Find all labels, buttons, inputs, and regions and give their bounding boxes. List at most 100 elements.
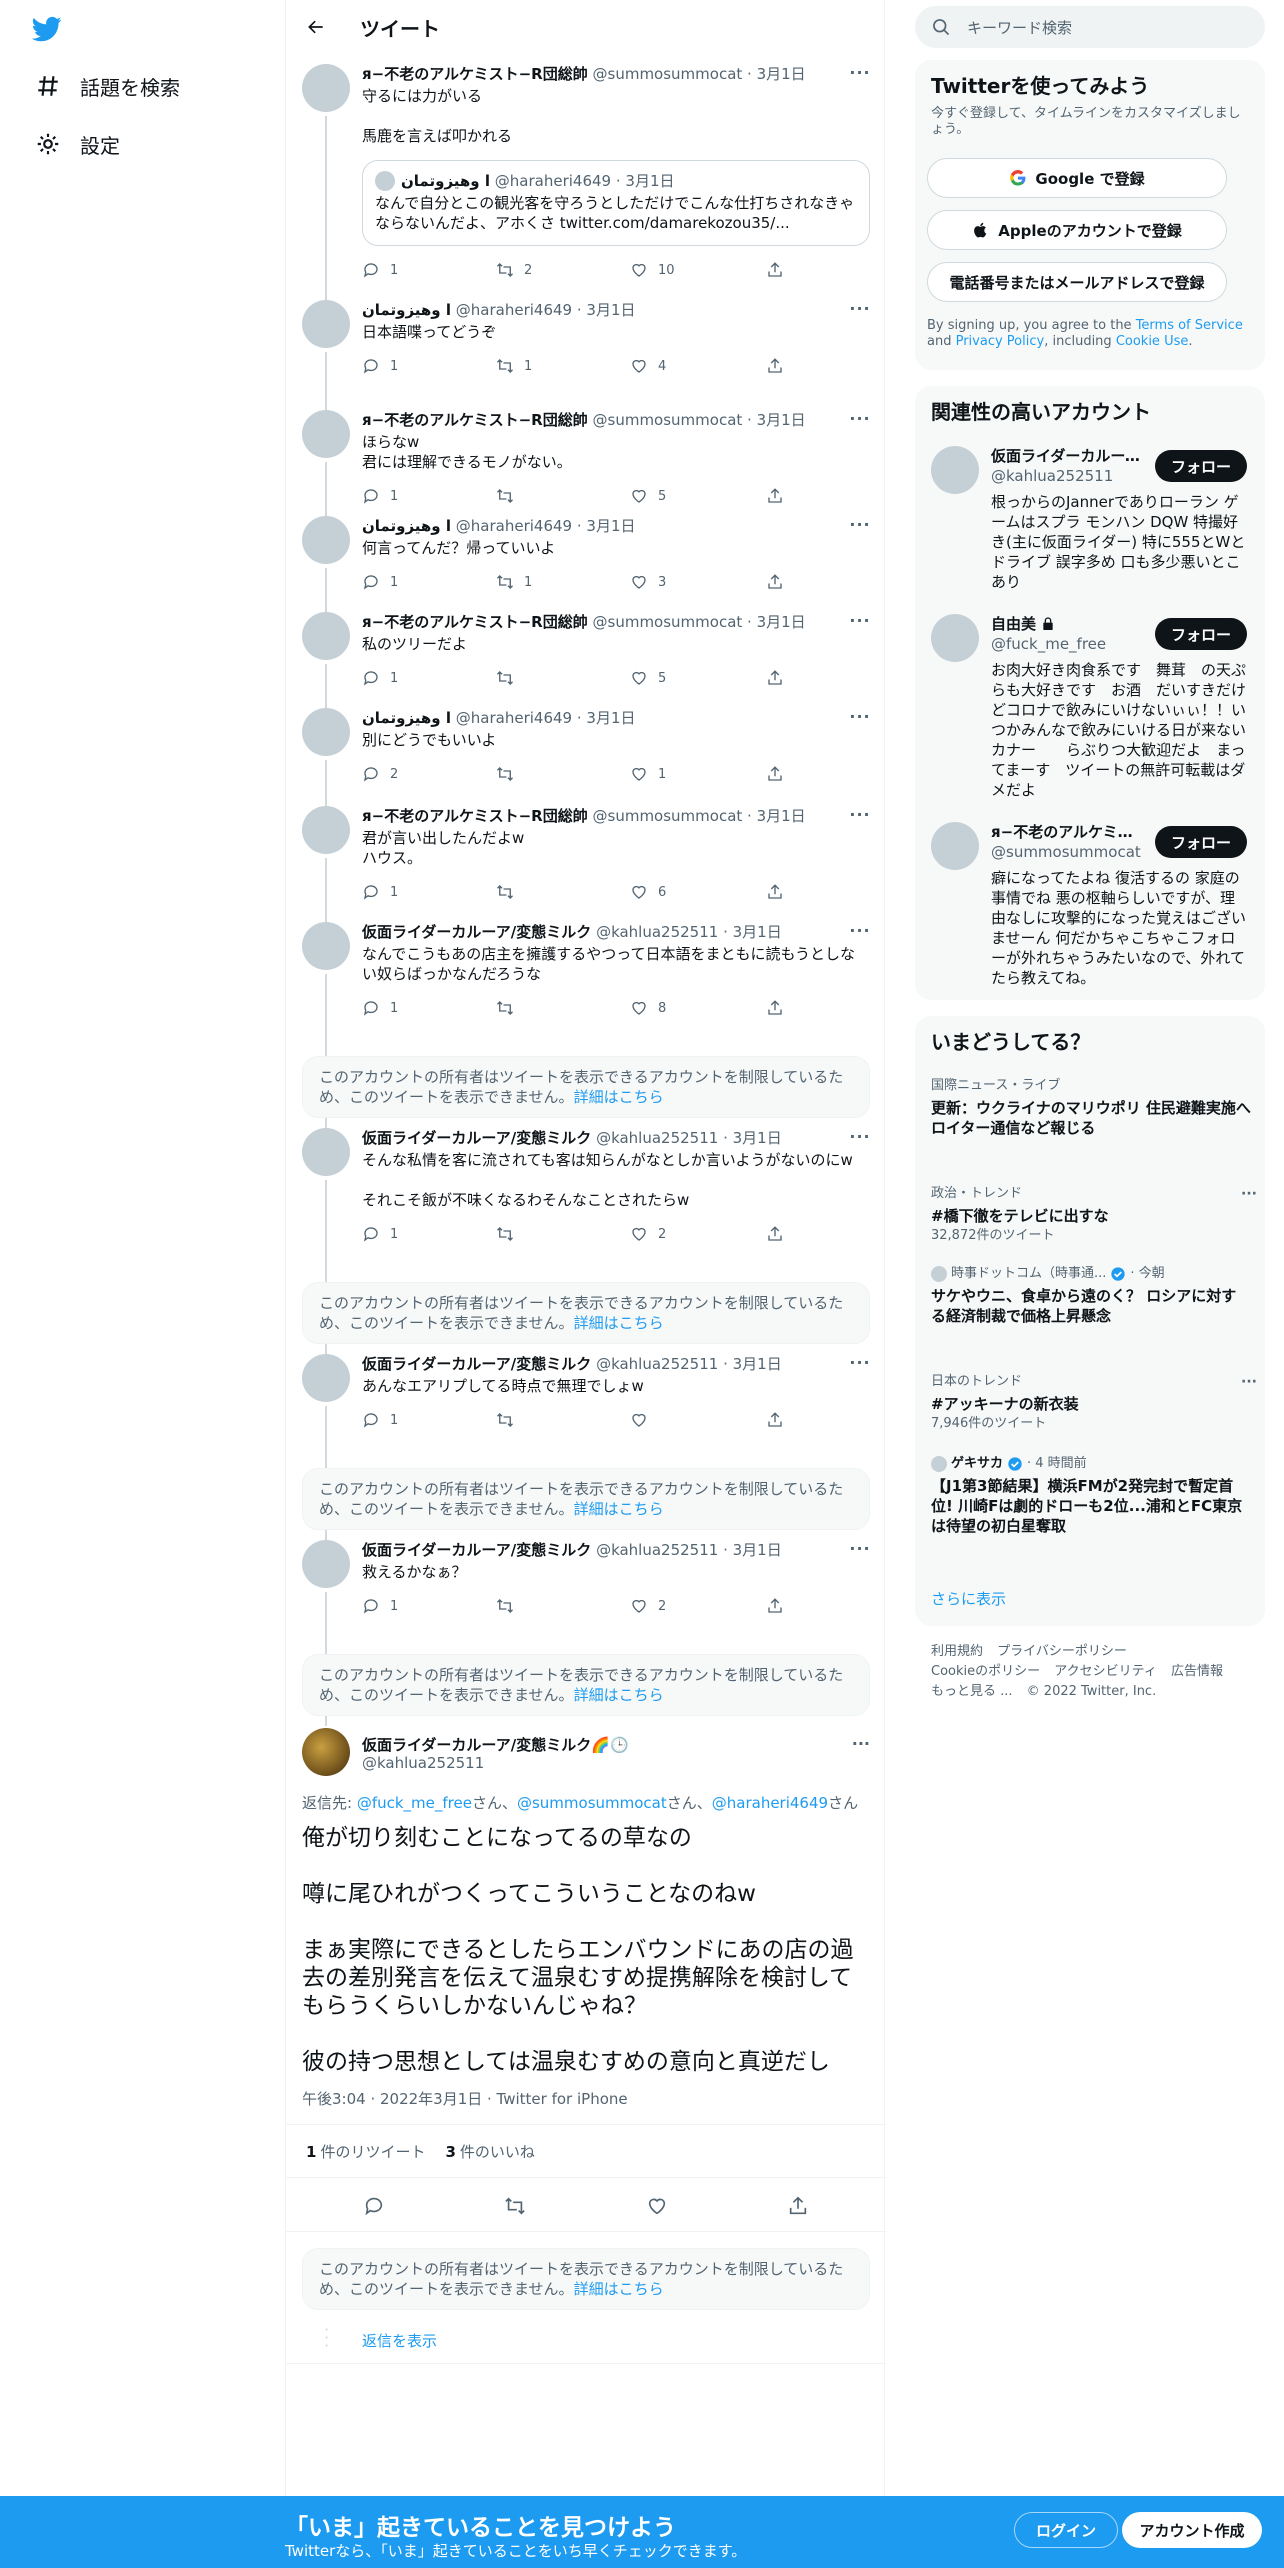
follow-button[interactable]: フォロー [1155,618,1247,650]
author-name[interactable]: 仮面ライダーカルーア/変態ミルク [362,1355,591,1373]
more-icon[interactable]: ··· [849,62,870,82]
reply-button[interactable]: 1 [362,1596,398,1616]
author-name[interactable]: я−不老のアルケミスト−R団総帥 [362,807,588,825]
author-meta[interactable]: @haraheri4649 · 3月1日 [456,709,636,727]
footer-terms[interactable]: 利用規約 [931,1644,983,1659]
thread-tweet[interactable]: я−不老のアルケミスト−R団総帥 @summosummocat · 3月1日 ··… [286,62,886,300]
more-icon[interactable]: ··· [849,706,870,726]
more-icon[interactable]: ··· [1241,1186,1257,1202]
account-name-row[interactable]: 自由美 [991,614,1141,634]
like-icon[interactable] [646,2195,668,2217]
retweet-button[interactable] [496,1410,524,1430]
like-button[interactable]: 10 [630,260,675,280]
reply-button[interactable]: 1 [362,356,398,376]
more-icon[interactable]: ··· [849,408,870,428]
show-replies-row[interactable]: · · · 返信を表示 [286,2316,886,2364]
retweet-button[interactable] [496,998,524,1018]
author-name[interactable]: 仮面ライダーカルーア/変態ミルク [362,1129,591,1147]
author-name[interactable]: 仮面ライダーカルーア/変態ミルク🌈🕒 [362,1734,629,1755]
author-meta[interactable]: @haraheri4649 · 3月1日 [456,517,636,535]
reply-button[interactable]: 1 [362,486,398,506]
retweet-icon[interactable] [504,2195,526,2217]
account-handle[interactable]: @kahlua252511 [991,466,1113,486]
author-meta[interactable]: @summosummocat · 3月1日 [593,807,806,825]
thread-tweet[interactable]: 仮面ライダーカルーア/変態ミルク @kahlua252511 · 3月1日 ···… [286,1127,886,1272]
reply-button[interactable]: 1 [362,1410,398,1430]
reply-to-link-3[interactable]: @haraheri4649 [712,1794,828,1812]
footer-accessibility[interactable]: アクセシビリティ [1054,1664,1157,1679]
retweet-button[interactable]: 2 [496,260,532,280]
share-button[interactable] [766,668,794,688]
author-meta[interactable]: @kahlua252511 · 3月1日 [596,1129,782,1147]
avatar[interactable] [302,1540,350,1588]
author-meta[interactable]: @kahlua252511 · 3月1日 [596,923,782,941]
like-stat[interactable]: 3 件のいいね [445,2141,534,2162]
avatar[interactable] [302,612,350,660]
trend-item[interactable]: ゲキサカ · 4 時間前 【J1第3節結果】横浜FMが2発完封で暫定首位! 川崎… [931,1456,1251,1536]
back-arrow-icon[interactable] [302,13,330,41]
author-name[interactable]: я−不老のアルケミスト−R団総帥 [362,613,588,631]
reply-to-link-1[interactable]: @fuck_me_free [357,1794,472,1812]
retweet-button[interactable] [496,882,524,902]
author-meta[interactable]: @kahlua252511 · 3月1日 [596,1541,782,1559]
author-meta[interactable]: @haraheri4649 · 3月1日 [456,301,636,319]
like-button[interactable]: 5 [630,486,666,506]
search-box[interactable]: キーワード検索 [915,6,1265,48]
thread-tweet[interactable]: وهيزوتمان l @haraheri4649 · 3月1日 ··· 何言ってん… [286,514,886,612]
privacy-link[interactable]: Privacy Policy [956,334,1045,349]
author-name[interactable]: وهيزوتمان l [362,301,451,319]
more-icon[interactable]: ··· [1241,1374,1257,1390]
follow-button[interactable]: フォロー [1155,826,1247,858]
avatar[interactable] [302,806,350,854]
share-button[interactable] [766,572,794,592]
reply-button[interactable]: 1 [362,260,398,280]
avatar[interactable] [302,1128,350,1176]
thread-tweet[interactable]: 仮面ライダーカルーア/変態ミルク @kahlua252511 · 3月1日 ···… [286,921,886,1046]
avatar[interactable] [302,300,350,348]
retweet-button[interactable] [496,1596,524,1616]
thread-tweet[interactable]: وهيزوتمان l @haraheri4649 · 3月1日 ··· 別にどうで… [286,706,886,806]
author-name[interactable]: 仮面ライダーカルーア/変態ミルク [362,1541,591,1559]
follow-button[interactable]: フォロー [1155,450,1247,482]
cookie-link[interactable]: Cookie Use [1116,334,1189,349]
more-icon[interactable]: ··· [849,514,870,534]
google-signup-button[interactable]: Google で登録 [927,158,1227,198]
reply-button[interactable]: 1 [362,998,398,1018]
retweet-stat[interactable]: 1 件のリツイート [306,2141,425,2162]
retweet-button[interactable] [496,668,524,688]
thread-tweet[interactable]: 仮面ライダーカルーア/変態ミルク @kahlua252511 · 3月1日 ···… [286,1538,886,1644]
thread-tweet[interactable]: 仮面ライダーカルーア/変態ミルク @kahlua252511 · 3月1日 ···… [286,1353,886,1458]
share-button[interactable] [766,356,794,376]
footer-cookie[interactable]: Cookieのポリシー [931,1664,1040,1679]
author-name[interactable]: وهيزوتمان l [362,517,451,535]
more-icon[interactable]: ··· [849,1538,870,1558]
account-name[interactable]: 自由美 [991,614,1036,634]
share-button[interactable] [766,998,794,1018]
like-button[interactable]: 6 [630,882,666,902]
reply-icon[interactable] [363,2195,385,2217]
share-icon[interactable] [787,2195,809,2217]
account-handle[interactable]: @summosummocat [991,842,1141,862]
apple-signup-button[interactable]: Appleのアカウントで登録 [927,210,1227,250]
more-icon[interactable]: ··· [849,298,870,318]
learn-more-link[interactable]: 詳細はこちら [574,1500,664,1518]
signup-button[interactable]: アカウント作成 [1122,2512,1262,2548]
learn-more-link[interactable]: 詳細はこちら [574,2280,664,2298]
more-icon[interactable]: ··· [852,1734,870,1753]
account-name[interactable]: 仮面ライダーカルーア/変態ミルク [991,446,1141,466]
avatar[interactable] [302,708,350,756]
like-button[interactable]: 4 [630,356,666,376]
login-button[interactable]: ログイン [1014,2512,1118,2548]
share-button[interactable] [766,882,794,902]
twitter-logo-icon[interactable] [31,14,62,44]
learn-more-link[interactable]: 詳細はこちら [574,1314,664,1332]
reply-button[interactable]: 1 [362,882,398,902]
reply-button[interactable]: 2 [362,764,398,784]
like-button[interactable]: 2 [630,1596,666,1616]
avatar[interactable] [931,614,979,662]
reply-to-link-2[interactable]: @summosummocat [517,1794,667,1812]
footer-more[interactable]: もっと見る ... [931,1684,1013,1699]
avatar[interactable] [931,822,979,870]
account-name[interactable]: я−不老のアルケミスト−R団総帥 [991,822,1141,842]
avatar[interactable] [302,1728,350,1776]
